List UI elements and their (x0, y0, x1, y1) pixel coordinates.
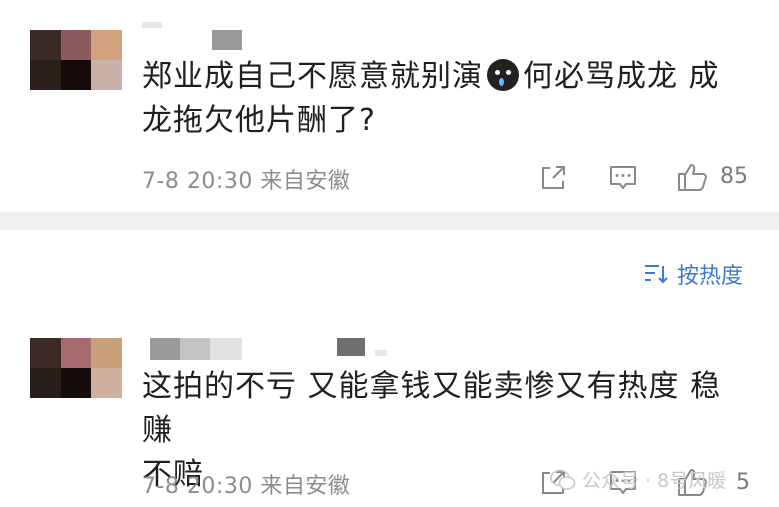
username-blurred[interactable] (150, 338, 387, 360)
comment-text-part: 何必骂成龙 成 (523, 59, 720, 94)
blur-block (142, 22, 162, 28)
avatar-pixel (30, 30, 61, 60)
avatar-pixel (60, 338, 92, 368)
avatar[interactable] (30, 338, 122, 398)
sort-button[interactable]: 按热度 (643, 258, 743, 290)
avatar-pixel (30, 338, 61, 368)
avatar-pixel (30, 60, 61, 90)
share-icon[interactable] (538, 163, 568, 197)
watermark-text: 公众号 · 8号风暖 (582, 470, 727, 492)
section-divider (0, 212, 779, 230)
blur-block (212, 30, 242, 50)
comment-date: 7-8 20:30 (142, 169, 253, 194)
blur-block (375, 350, 387, 356)
comment-location: 来自安徽 (260, 474, 351, 499)
avatar-pixel (60, 60, 92, 90)
comment-date: 7-8 20:30 (142, 474, 253, 499)
sort-icon (645, 265, 668, 284)
blur-block (365, 338, 375, 360)
blur-block (150, 338, 180, 360)
username-blurred[interactable] (142, 20, 242, 50)
avatar[interactable] (30, 30, 122, 90)
blur-block (162, 20, 212, 42)
watermark: 公众号 · 8号风暖 (550, 466, 726, 493)
comment-item-1: 郑业成自己不愿意就别演 何必骂成龙 成 龙拖欠他片酬了? 7-8 20:30 来自… (0, 0, 779, 210)
avatar-pixel (91, 338, 122, 368)
comment-meta: 7-8 20:30 来自安徽 (142, 468, 350, 500)
blur-block (337, 338, 365, 356)
comment-location: 来自安徽 (260, 169, 351, 194)
comment-text-part: 这拍的不亏 又能拿钱又能卖惨又有热度 稳赚 (142, 369, 722, 448)
avatar-pixel (91, 368, 122, 398)
blur-block (180, 338, 210, 360)
like-count: 85 (720, 164, 748, 189)
avatar-pixel (60, 368, 92, 398)
avatar-pixel (91, 60, 122, 90)
avatar-pixel (60, 30, 92, 60)
avatar-pixel (91, 30, 122, 60)
like-count: 5 (736, 470, 750, 495)
comment-text-part: 郑业成自己不愿意就别演 (142, 59, 483, 94)
sort-label: 按热度 (677, 264, 744, 289)
wechat-icon (550, 469, 576, 490)
blur-block (242, 338, 337, 360)
avatar-pixel (30, 368, 61, 398)
thumbs-up-icon[interactable] (676, 161, 710, 197)
comment-meta: 7-8 20:30 来自安徽 (142, 163, 350, 195)
blur-block (210, 338, 242, 360)
comment-text: 郑业成自己不愿意就别演 何必骂成龙 成 龙拖欠他片酬了? (142, 55, 742, 143)
crying-face-emoji-icon (487, 59, 519, 91)
reply-icon[interactable] (608, 163, 638, 197)
comment-text-part: 龙拖欠他片酬了? (142, 103, 376, 138)
